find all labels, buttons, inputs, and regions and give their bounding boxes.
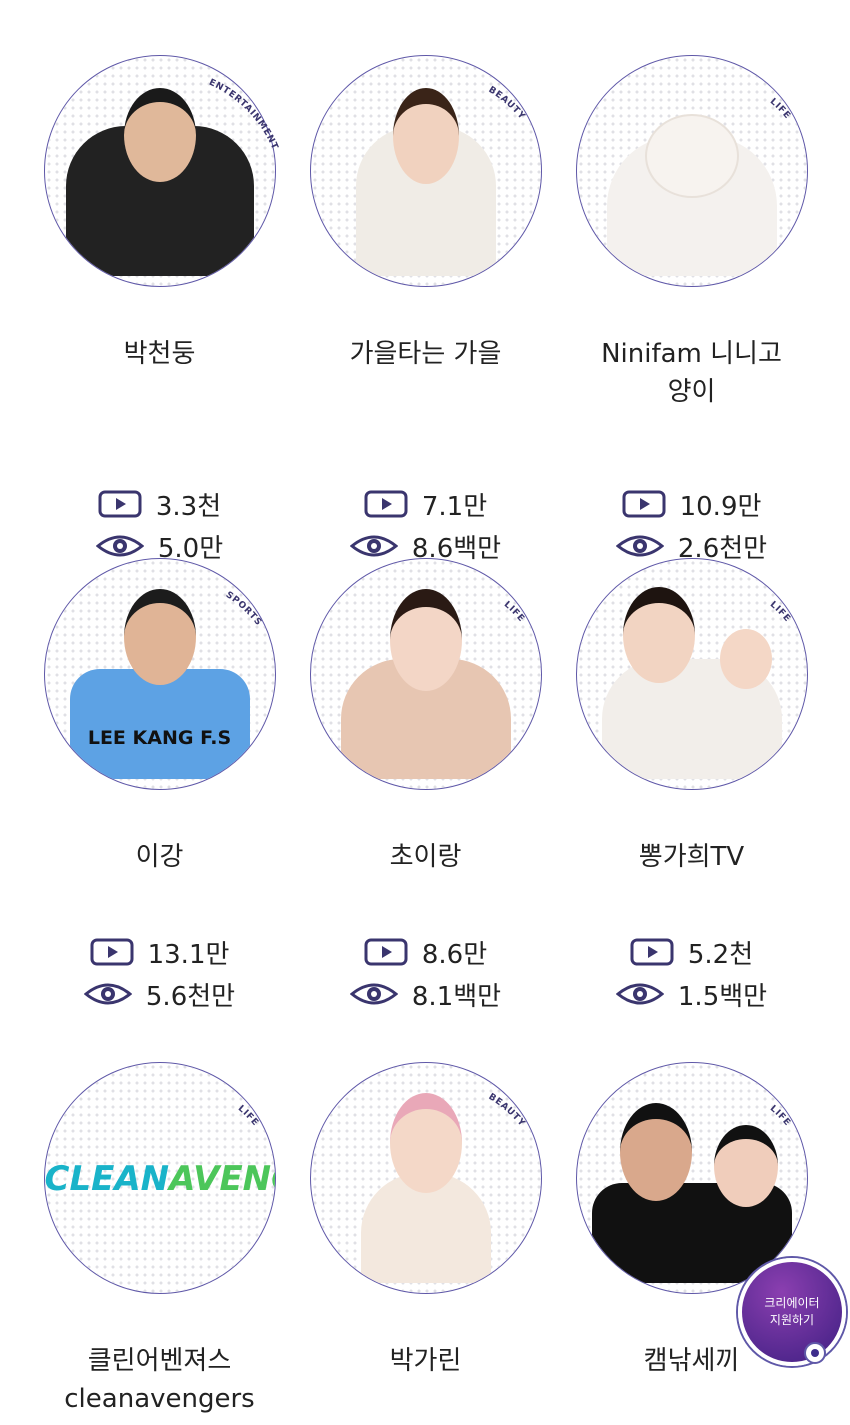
creator-avatar[interactable] <box>575 1062 808 1294</box>
avatar-photo <box>360 1093 491 1283</box>
scroll-indicator-icon[interactable] <box>804 1342 826 1364</box>
creator-name[interactable]: 가을타는 가을 <box>284 335 567 373</box>
avatar-photo <box>355 88 496 276</box>
play-icon <box>364 938 408 966</box>
avatar-photo <box>606 116 777 276</box>
creator-avatar[interactable] <box>43 55 276 287</box>
creator-avatar[interactable] <box>575 558 808 790</box>
creator-name[interactable]: 뽕가희TV <box>550 838 833 876</box>
creator-avatar[interactable] <box>309 558 542 790</box>
creator-avatar[interactable] <box>309 1062 542 1294</box>
play-icon <box>90 938 134 966</box>
avatar-photo <box>65 88 254 276</box>
creator-stats: 5.2천 1.5백만 <box>550 931 833 1015</box>
video-count: 3.3천 <box>18 483 301 525</box>
creator-name[interactable]: 클린어벤져스 cleanavengers <box>18 1342 301 1418</box>
creator-avatar[interactable] <box>575 55 808 287</box>
video-count: 13.1만 <box>18 931 301 973</box>
video-count: 5.2천 <box>550 931 833 973</box>
play-icon <box>98 490 142 518</box>
eye-icon <box>95 534 144 558</box>
creator-stats: 8.6만 8.1백만 <box>284 931 567 1015</box>
creator-name[interactable]: 초이랑 <box>284 838 567 876</box>
creator-name[interactable]: Ninifam 니니고양이 <box>550 335 833 411</box>
avatar-photo <box>340 589 511 779</box>
view-count: 5.6천만 <box>18 973 301 1015</box>
cleanavengers-logo: CLEANAVENGERS <box>44 1159 275 1199</box>
play-icon <box>630 938 674 966</box>
creator-name[interactable]: 박가린 <box>284 1342 567 1380</box>
creator-avatar[interactable]: LEE KANG F.S <box>43 558 276 790</box>
creator-name[interactable]: 이강 <box>18 838 301 876</box>
avatar-photo <box>601 587 782 779</box>
eye-icon <box>349 982 398 1006</box>
creator-avatar[interactable] <box>309 55 542 287</box>
creator-name[interactable]: 박천둥 <box>18 335 301 373</box>
view-count: 8.1백만 <box>284 973 567 1015</box>
jersey-text: LEE KANG F.S <box>87 727 232 749</box>
video-count: 7.1만 <box>284 483 567 525</box>
eye-icon <box>349 534 398 558</box>
play-icon <box>364 490 408 518</box>
view-count: 1.5백만 <box>550 973 833 1015</box>
creator-avatar[interactable]: CLEANAVENGERS <box>43 1062 276 1294</box>
creator-stats: 3.3천 5.0만 <box>18 483 301 567</box>
creator-stats: 13.1만 5.6천만 <box>18 931 301 1015</box>
play-icon <box>622 490 666 518</box>
eye-icon <box>83 982 132 1006</box>
video-count: 10.9만 <box>550 483 833 525</box>
eye-icon <box>615 982 664 1006</box>
eye-icon <box>615 534 664 558</box>
creator-stats: 7.1만 8.6백만 <box>284 483 567 567</box>
creator-apply-button[interactable]: 크리에이터 지원하기 <box>738 1258 846 1366</box>
video-count: 8.6만 <box>284 931 567 973</box>
avatar-photo: LEE KANG F.S <box>69 589 250 779</box>
creator-stats: 10.9만 2.6천만 <box>550 483 833 567</box>
